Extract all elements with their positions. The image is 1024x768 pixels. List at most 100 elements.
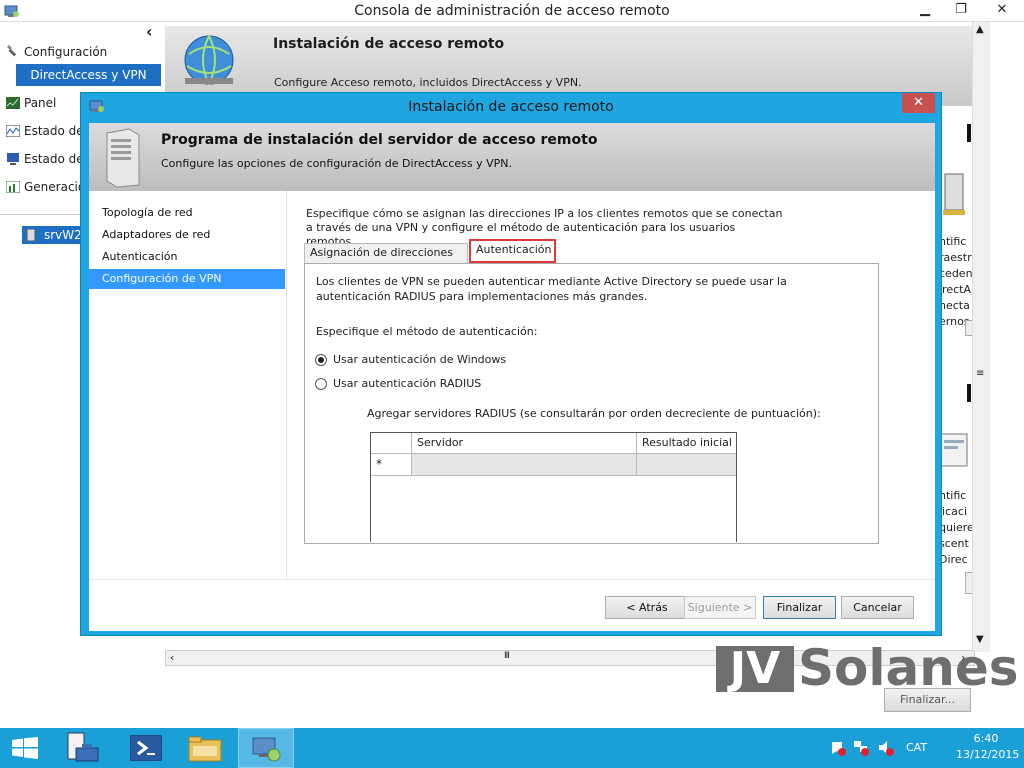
radius-servers-grid[interactable]: Servidor Resultado inicial * (370, 432, 737, 542)
fragment-text: ceden (939, 267, 973, 280)
radio-label: Usar autenticación de Windows (333, 353, 507, 366)
system-clock[interactable]: 6:40 13/12/2015 (956, 731, 1020, 763)
jvsolanes-logo: JV Solanes (716, 640, 1019, 696)
tab-autenticacion[interactable]: Autenticación (469, 239, 556, 263)
server-tower-icon (99, 127, 143, 192)
fragment-text: quiere (939, 521, 974, 534)
tree-item-panel[interactable]: Panel (6, 96, 56, 110)
finish-button[interactable]: Finalizar (763, 596, 836, 619)
tree-item-label: Configuración (24, 45, 108, 59)
fragment-text: scent (939, 537, 969, 550)
scroll-up-icon[interactable]: ▲ (976, 24, 984, 35)
start-button[interactable] (0, 728, 56, 768)
tab-asignacion-direcciones-ip[interactable]: Asignación de direcciones IP (304, 243, 468, 277)
back-button[interactable]: < Atrás (605, 596, 689, 619)
client-status-icon (6, 153, 20, 165)
grid-cell-servidor[interactable] (412, 454, 637, 476)
tab-strip: Asignación de direcciones IP Autenticaci… (304, 239, 864, 277)
grid-corner (371, 433, 412, 454)
panel-marker (967, 124, 971, 142)
remote-access-setup-dialog: Instalación de acceso remoto ✕ Programa … (80, 92, 942, 636)
panel-marker (967, 384, 971, 402)
tree-item-label: Estado de (24, 152, 84, 166)
radio-label: Usar autenticación RADIUS (333, 377, 482, 390)
auth-description: Los clientes de VPN se pueden autenticar… (316, 275, 787, 303)
tree-item-generacion-informes[interactable]: Generació (5, 180, 86, 194)
action-center-icon[interactable] (830, 740, 846, 759)
fragment-text: raestr (939, 251, 972, 264)
tree-item-label: Estado de (24, 124, 84, 138)
grid-header-servidor[interactable]: Servidor (412, 433, 637, 454)
fragment-text: irectA (939, 283, 971, 296)
fragment-text: ntific (939, 235, 967, 248)
authentication-tab-panel: Los clientes de VPN se pueden autenticar… (304, 263, 879, 544)
main-window-titlebar: Consola de administración de acceso remo… (0, 0, 1024, 22)
dialog-body: Programa de instalación del servidor de … (89, 123, 935, 631)
fragment-text: licaci (939, 505, 968, 518)
volume-icon[interactable] (878, 740, 894, 759)
windows-logo-icon (12, 737, 38, 762)
folder-icon (188, 734, 222, 765)
scroll-grip-icon[interactable]: ≡ (976, 368, 984, 379)
tree-item-estado-clientes[interactable]: Estado de (6, 152, 84, 166)
reporting-icon (5, 180, 21, 194)
dialog-title: Instalación de acceso remoto (408, 99, 614, 115)
clock-date: 13/12/2015 (956, 748, 1020, 761)
next-button[interactable]: Siguiente > (684, 596, 756, 619)
step-topologia-de-red[interactable]: Topología de red (89, 203, 285, 223)
radius-servers-label: Agregar servidores RADIUS (se consultará… (367, 407, 821, 420)
powershell-icon (129, 734, 163, 764)
step-configuracion-vpn[interactable]: Configuración de VPN (89, 269, 285, 289)
main-window-title: Consola de administración de acceso remo… (354, 3, 670, 19)
file-explorer-button[interactable] (178, 728, 234, 768)
tree-item-estado-operaciones[interactable]: Estado de (5, 124, 84, 138)
dialog-close-button[interactable]: ✕ (902, 93, 935, 113)
powershell-button[interactable] (118, 728, 174, 768)
vertical-scrollbar[interactable]: ▲ ≡ ▼ (972, 22, 990, 652)
network-icon[interactable] (853, 740, 869, 759)
cancel-button[interactable]: Cancelar (841, 596, 914, 619)
dashboard-icon (6, 97, 20, 109)
scroll-thumb[interactable]: III (504, 651, 510, 661)
server-icon (941, 172, 967, 219)
radio-button[interactable] (315, 378, 327, 390)
grid-header-resultado-inicial[interactable]: Resultado inicial (637, 433, 736, 454)
step-adaptadores-de-red[interactable]: Adaptadores de red (89, 225, 285, 245)
server-icon (26, 228, 40, 242)
tree-item-configuracion[interactable]: Configuración (6, 44, 107, 59)
maximize-button[interactable]: ❐ (946, 0, 976, 20)
radio-radius-auth[interactable]: Usar autenticación RADIUS (315, 377, 575, 393)
dialog-header-title: Programa de instalación del servidor de … (161, 132, 598, 148)
logo-prefix: JV (716, 646, 794, 692)
tree-item-directaccess-vpn[interactable]: DirectAccess y VPN (16, 64, 161, 86)
radio-button[interactable] (315, 354, 327, 366)
close-button[interactable]: ✕ (984, 0, 1020, 20)
dialog-header: Programa de instalación del servidor de … (89, 123, 935, 191)
remote-access-console-button[interactable] (238, 728, 294, 768)
wizard-steps: Topología de red Adaptadores de red Aute… (89, 191, 287, 579)
wizard-icon (939, 432, 969, 475)
tree-item-label: Generació (24, 180, 86, 194)
fragment-text: Direc (939, 553, 968, 566)
minimize-button[interactable]: ▁ (910, 0, 940, 20)
radio-windows-auth[interactable]: Usar autenticación de Windows (315, 353, 575, 369)
scroll-left-icon[interactable]: ‹ (170, 651, 174, 664)
collapse-pane-icon[interactable]: ‹ (146, 22, 153, 41)
grid-new-row-marker: * (371, 454, 412, 476)
dialog-button-bar: < Atrás Siguiente > Finalizar Cancelar (89, 579, 935, 631)
dialog-titlebar: Instalación de acceso remoto ✕ (81, 93, 941, 121)
globe-icon (177, 32, 237, 95)
logo-suffix: Solanes (798, 639, 1019, 697)
step-autenticacion[interactable]: Autenticación (89, 247, 285, 267)
grid-cell-resultado[interactable] (637, 454, 736, 476)
tree-item-label: srvW2 (44, 228, 82, 242)
language-indicator[interactable]: CAT (906, 741, 927, 754)
main-banner-subtitle: Configure Acceso remoto, incluidos Direc… (274, 76, 582, 89)
fragment-text: ntific (939, 489, 967, 502)
remote-access-icon (251, 734, 283, 767)
clock-time: 6:40 (973, 732, 999, 745)
main-banner-title: Instalación de acceso remoto (273, 36, 505, 52)
operations-status-icon (5, 124, 21, 138)
server-manager-button[interactable] (58, 728, 114, 768)
radio-selected-dot (318, 357, 324, 363)
